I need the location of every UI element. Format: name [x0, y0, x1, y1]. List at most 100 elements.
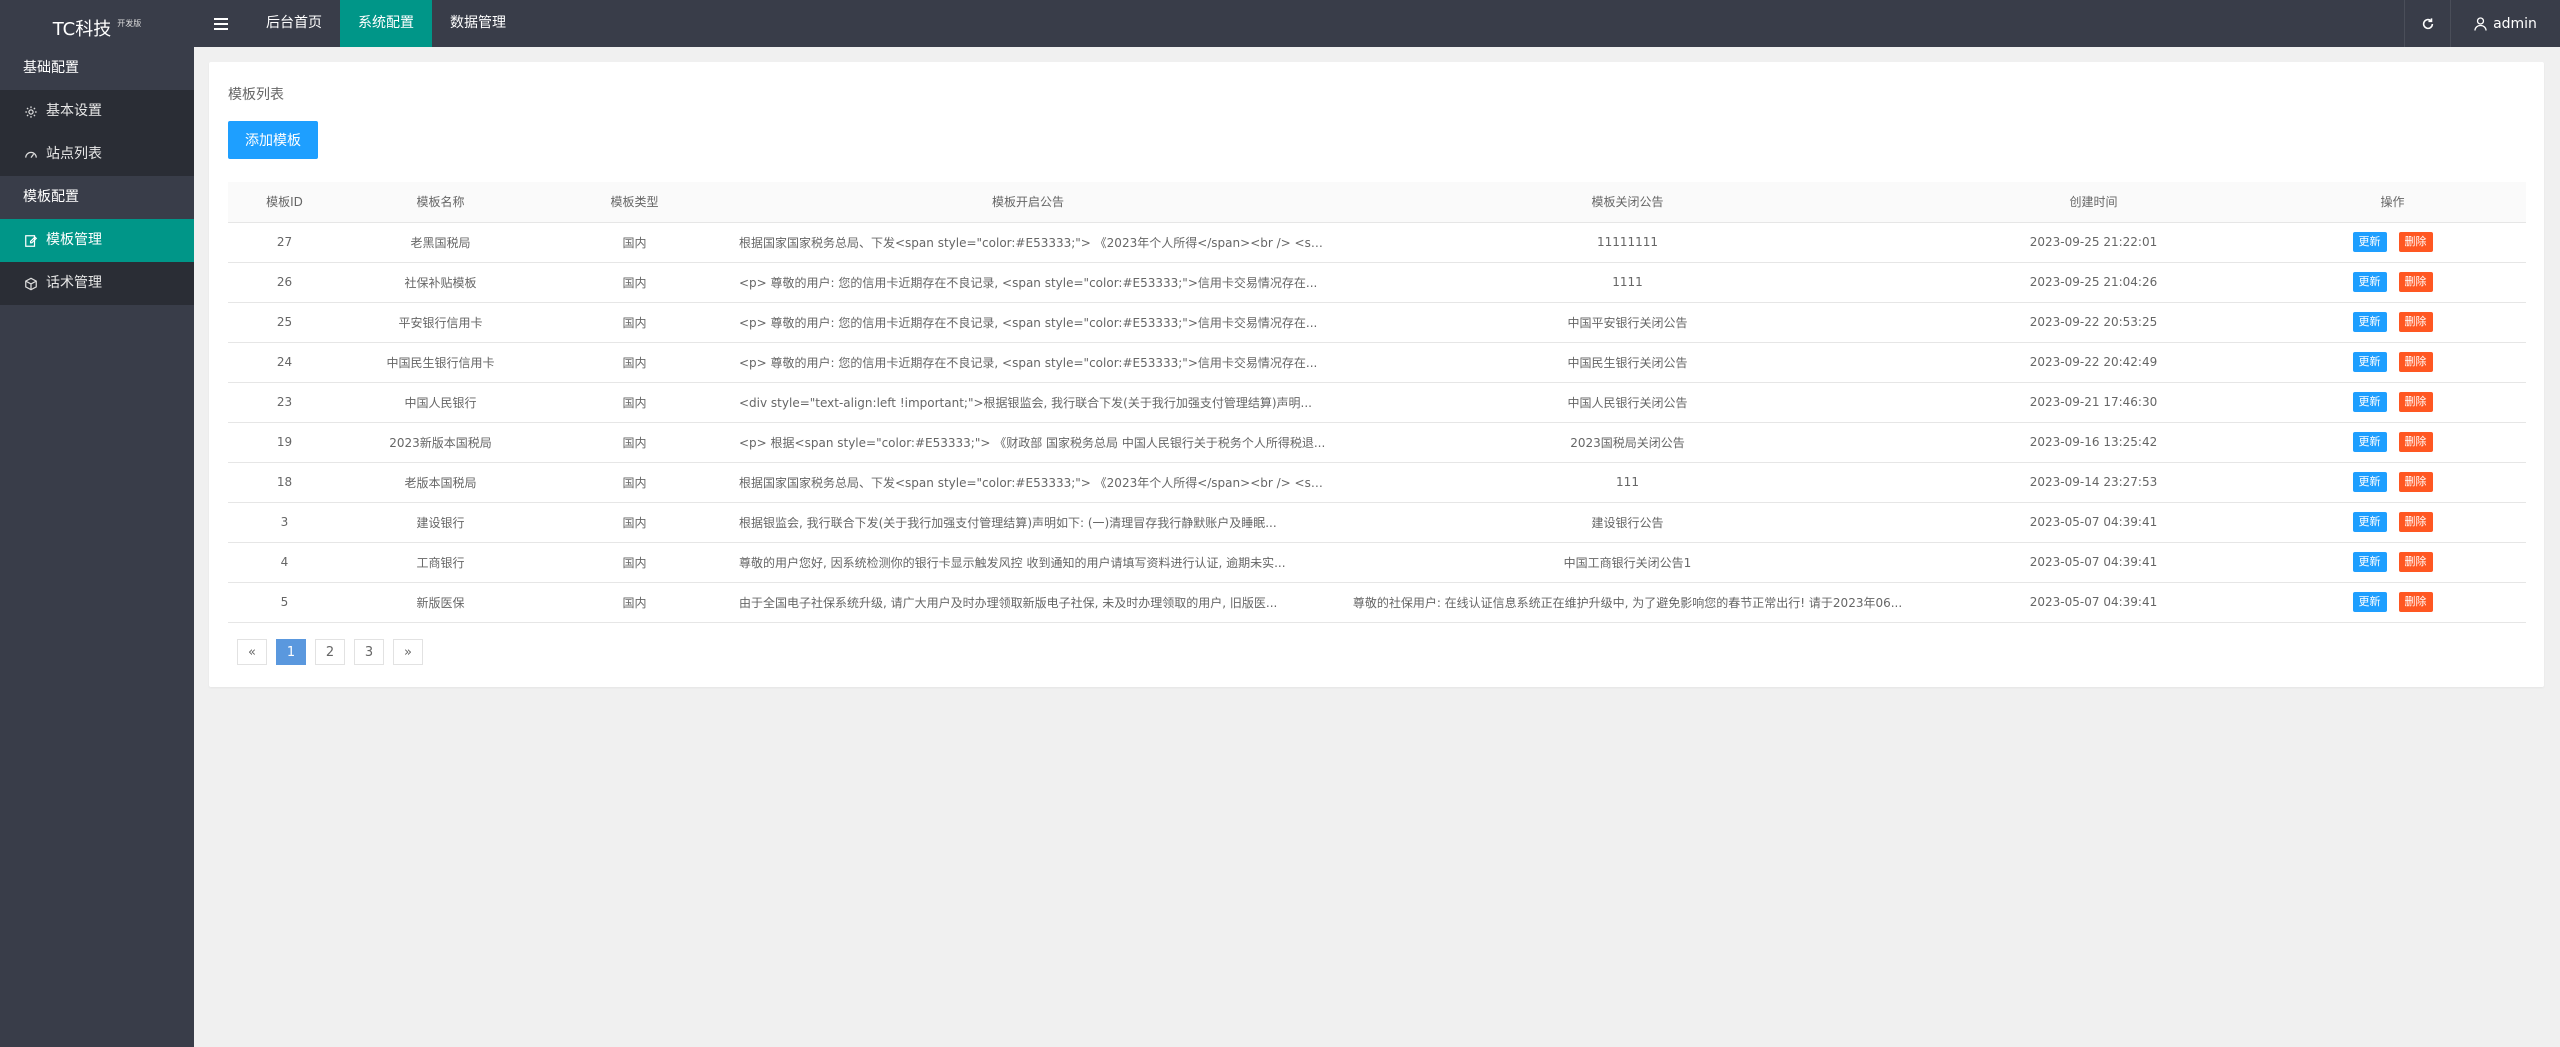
cell-name: 平安银行信用卡: [341, 302, 540, 343]
pagination-next[interactable]: »: [393, 639, 423, 665]
cell-id: 27: [228, 222, 341, 263]
col-header-close-notice: 模板关闭公告: [1327, 182, 1928, 223]
table-row: 4 工商银行 国内 尊敬的用户您好, 因系统检测你的银行卡显示触发风控 收到通知的用户…: [228, 542, 2526, 583]
table-row: 23 中国人民银行 国内 <div style="text-align:left !i…: [228, 382, 2526, 423]
update-button[interactable]: 更新: [2352, 592, 2387, 612]
pagination-prev[interactable]: «: [237, 639, 267, 665]
table-row: 3 建设银行 国内 根据银监会, 我行联合下发(关于我行加强支付管理结算)声明如下: …: [228, 502, 2526, 543]
update-button[interactable]: 更新: [2352, 352, 2387, 372]
delete-button[interactable]: 删除: [2398, 392, 2433, 412]
cell-type: 国内: [540, 582, 729, 623]
cell-close-notice: 中国工商银行关闭公告1: [1327, 542, 1928, 583]
update-button[interactable]: 更新: [2352, 312, 2387, 332]
delete-button[interactable]: 删除: [2398, 272, 2433, 292]
pagination: « 1 2 3 »: [237, 639, 432, 665]
update-button[interactable]: 更新: [2352, 552, 2387, 572]
cell-type: 国内: [540, 262, 729, 303]
nav-group-template[interactable]: 模板配置: [0, 176, 194, 219]
cell-name: 中国人民银行: [341, 382, 540, 423]
app-logo[interactable]: TC科技 开发版: [0, 0, 194, 47]
cell-open-notice: <p> 尊敬的用户: 您的信用卡近期存在不良记录, <span style="c…: [729, 262, 1327, 303]
cell-actions: 更新 删除: [2259, 342, 2526, 383]
user-menu[interactable]: admin: [2450, 0, 2560, 47]
header-tabs: 后台首页 系统配置 数据管理: [248, 0, 524, 47]
app-badge: 开发版: [117, 19, 142, 28]
sidebar-item-template-manage[interactable]: 模板管理: [0, 219, 194, 262]
add-template-button[interactable]: 添加模板: [228, 121, 318, 159]
cell-name: 建设银行: [341, 502, 540, 543]
cell-close-notice: 中国人民银行关闭公告: [1327, 382, 1928, 423]
cell-actions: 更新 删除: [2259, 382, 2526, 423]
sidebar-item-label: 话术管理: [46, 275, 102, 291]
cell-id: 24: [228, 342, 341, 383]
cell-id: 23: [228, 382, 341, 423]
delete-button[interactable]: 删除: [2398, 512, 2433, 532]
delete-button[interactable]: 删除: [2398, 352, 2433, 372]
cell-actions: 更新 删除: [2259, 582, 2526, 623]
cell-id: 26: [228, 262, 341, 303]
delete-button[interactable]: 删除: [2398, 472, 2433, 492]
cell-open-notice: <p> 尊敬的用户: 您的信用卡近期存在不良记录, <span style="c…: [729, 342, 1327, 383]
update-button[interactable]: 更新: [2352, 432, 2387, 452]
pagination-page-1[interactable]: 1: [276, 639, 306, 665]
delete-button[interactable]: 删除: [2398, 312, 2433, 332]
sidebar-item-script-manage[interactable]: 话术管理: [0, 262, 194, 305]
cell-name: 中国民生银行信用卡: [341, 342, 540, 383]
cell-actions: 更新 删除: [2259, 422, 2526, 463]
cell-type: 国内: [540, 502, 729, 543]
tab-data-manage[interactable]: 数据管理: [432, 0, 524, 47]
cell-open-notice: 根据国家国家税务总局、下发<span style="color:#E53333;…: [729, 462, 1327, 503]
cell-close-notice: 11111111: [1327, 222, 1928, 263]
edit-icon: [24, 234, 38, 248]
cell-name: 老版本国税局: [341, 462, 540, 503]
delete-button[interactable]: 删除: [2398, 552, 2433, 572]
cell-created: 2023-09-22 20:53:25: [1928, 302, 2259, 343]
cell-type: 国内: [540, 302, 729, 343]
tab-system-config[interactable]: 系统配置: [340, 0, 432, 47]
cell-type: 国内: [540, 342, 729, 383]
nav-group-basic[interactable]: 基础配置: [0, 47, 194, 90]
cell-actions: 更新 删除: [2259, 462, 2526, 503]
delete-button[interactable]: 删除: [2398, 232, 2433, 252]
col-header-name: 模板名称: [341, 182, 540, 223]
cell-open-notice: <div style="text-align:left !important;"…: [729, 382, 1327, 423]
cell-actions: 更新 删除: [2259, 502, 2526, 543]
sidebar-item-label: 站点列表: [46, 146, 102, 162]
cell-name: 老黑国税局: [341, 222, 540, 263]
delete-button[interactable]: 删除: [2398, 592, 2433, 612]
user-name: admin: [2493, 15, 2537, 32]
box-icon: [24, 277, 38, 291]
cell-created: 2023-09-25 21:04:26: [1928, 262, 2259, 303]
table-row: 18 老版本国税局 国内 根据国家国家税务总局、下发<span style="colo…: [228, 462, 2526, 503]
update-button[interactable]: 更新: [2352, 512, 2387, 532]
cell-id: 25: [228, 302, 341, 343]
cell-created: 2023-09-22 20:42:49: [1928, 342, 2259, 383]
tab-home[interactable]: 后台首页: [248, 0, 340, 47]
update-button[interactable]: 更新: [2352, 272, 2387, 292]
delete-button[interactable]: 删除: [2398, 432, 2433, 452]
cell-created: 2023-05-07 04:39:41: [1928, 502, 2259, 543]
table-row: 5 新版医保 国内 由于全国电子社保系统升级, 请广大用户及时办理领取新版电子社保, …: [228, 582, 2526, 623]
pagination-page-2[interactable]: 2: [315, 639, 345, 665]
cell-open-notice: <p> 根据<span style="color:#E53333;"> 《财政部…: [729, 422, 1327, 463]
cell-created: 2023-05-07 04:39:41: [1928, 582, 2259, 623]
cell-open-notice: 由于全国电子社保系统升级, 请广大用户及时办理领取新版电子社保, 未及时办理领取…: [729, 582, 1327, 623]
update-button[interactable]: 更新: [2352, 392, 2387, 412]
table-row: 26 社保补贴模板 国内 <p> 尊敬的用户: 您的信用卡近期存在不良记录, <spa…: [228, 262, 2526, 303]
cell-name: 工商银行: [341, 542, 540, 583]
sidebar-item-site-list[interactable]: 站点列表: [0, 133, 194, 176]
update-button[interactable]: 更新: [2352, 232, 2387, 252]
sidebar-item-label: 基本设置: [46, 103, 102, 119]
sidebar-item-basic-settings[interactable]: 基本设置: [0, 90, 194, 133]
pagination-page-3[interactable]: 3: [354, 639, 384, 665]
cell-name: 2023新版本国税局: [341, 422, 540, 463]
cell-actions: 更新 删除: [2259, 222, 2526, 263]
cell-close-notice: 111: [1327, 462, 1928, 503]
cell-close-notice: 中国民生银行关闭公告: [1327, 342, 1928, 383]
cell-type: 国内: [540, 222, 729, 263]
cell-close-notice: 1111: [1327, 262, 1928, 303]
col-header-created: 创建时间: [1928, 182, 2259, 223]
update-button[interactable]: 更新: [2352, 472, 2387, 492]
menu-toggle-icon[interactable]: [194, 0, 248, 47]
refresh-icon[interactable]: [2404, 0, 2450, 47]
